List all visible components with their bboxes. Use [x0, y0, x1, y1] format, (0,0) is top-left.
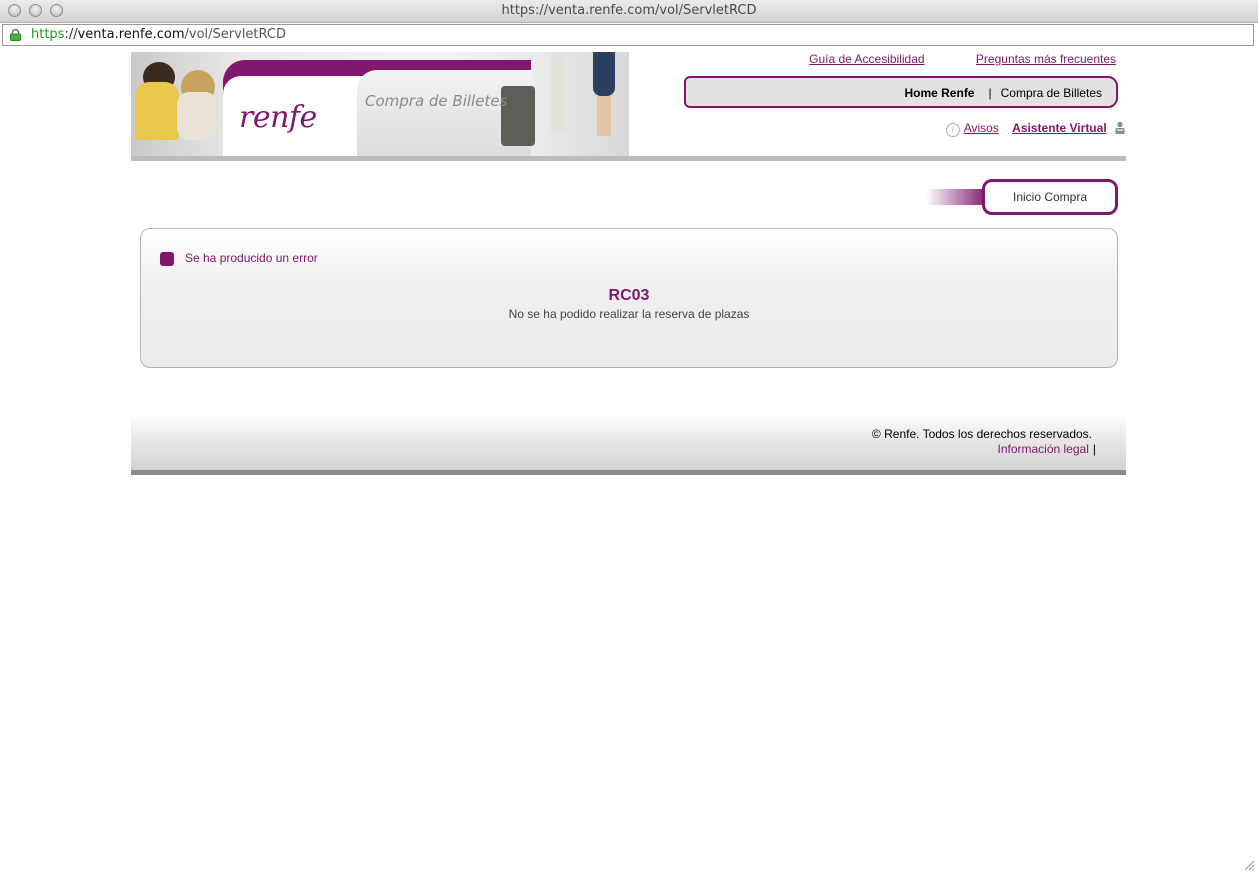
footer-copyright: © Renfe. Todos los derechos reservados. [871, 427, 1092, 441]
step-inicio-compra[interactable]: Inicio Compra [982, 179, 1118, 215]
footer: © Renfe. Todos los derechos reservados. … [131, 414, 1126, 470]
url-scheme: https [31, 27, 65, 42]
warning-icon: ! [945, 123, 960, 137]
renfe-logo[interactable]: renfe [239, 100, 317, 135]
footer-divider [131, 470, 1126, 475]
purchase-step-indicator: Inicio Compra [926, 179, 1119, 215]
url-path: /vol/ServletRCD [184, 27, 287, 42]
compra-billetes-link[interactable]: Compra de Billetes [1001, 86, 1102, 100]
banner-photo-traveller [593, 52, 615, 96]
address-bar[interactable]: https://venta.renfe.com/vol/ServletRCD [2, 24, 1254, 46]
main-nav: Home Renfe | Compra de Billetes [684, 76, 1118, 108]
header-divider [131, 156, 1126, 161]
virtual-assistant-icon[interactable] [1114, 121, 1126, 134]
nav-separator: | [988, 86, 992, 100]
lock-icon [10, 29, 21, 41]
avisos-link[interactable]: Avisos [964, 121, 999, 135]
error-title: Se ha producido un error [185, 251, 318, 265]
virtual-assistant-link[interactable]: Asistente Virtual [1012, 121, 1106, 135]
aux-links: ! Avisos Asistente Virtual [945, 121, 1126, 137]
error-bullet-icon [160, 252, 174, 266]
header-banner: renfe Compra de Billetes [131, 52, 629, 156]
url-text[interactable]: https://venta.renfe.com/vol/ServletRCD [31, 27, 286, 42]
banner-photo-child [177, 92, 217, 140]
home-renfe-link[interactable]: Home Renfe [904, 86, 974, 100]
accessibility-guide-link[interactable]: Guía de Accesibilidad [809, 52, 924, 66]
window-titlebar: https://venta.renfe.com/vol/ServletRCD [0, 0, 1258, 23]
legal-info-link[interactable]: Información legal [997, 442, 1088, 456]
url-separator: :// [64, 27, 78, 42]
banner-photo-traveller [597, 96, 611, 136]
banner-subtitle: Compra de Billetes [365, 92, 508, 110]
url-host: venta.renfe.com [77, 27, 185, 42]
footer-separator: | [1092, 442, 1096, 456]
window-resize-icon[interactable] [1243, 859, 1255, 871]
error-message: No se ha podido realizar la reserva de p… [508, 307, 750, 321]
error-panel: Se ha producido un error RC03 No se ha p… [140, 228, 1118, 368]
banner-photo-child [135, 82, 179, 140]
top-links: Guía de Accesibilidad Preguntas más frec… [761, 52, 1116, 66]
banner-photo-traveller [551, 52, 565, 132]
error-code: RC03 [608, 287, 650, 304]
window-title: https://venta.renfe.com/vol/ServletRCD [501, 3, 757, 18]
faq-link[interactable]: Preguntas más frecuentes [976, 52, 1116, 66]
step-arrow [926, 189, 988, 205]
